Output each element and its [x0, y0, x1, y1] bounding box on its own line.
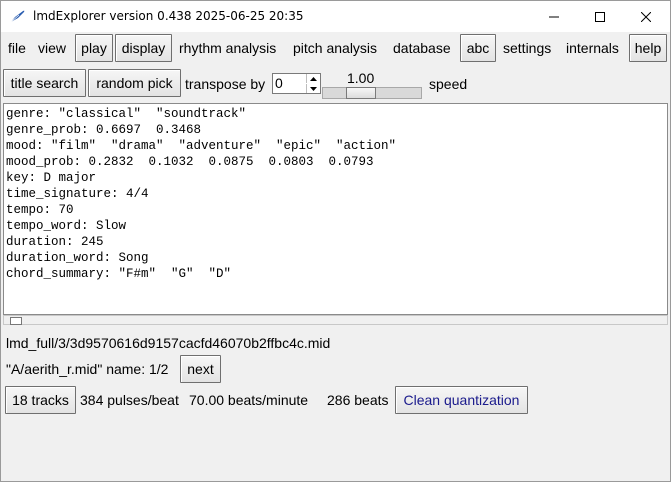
window-title: lmdExplorer version 0.438 2025-06-25 20:… — [33, 9, 304, 23]
output-line: chord_summary: "F#m" "G" "D" — [6, 267, 232, 281]
output-line: mood_prob: 0.2832 0.1032 0.0875 0.0803 0… — [6, 155, 374, 169]
display-button[interactable]: display — [115, 34, 172, 62]
transpose-label: transpose by — [185, 76, 266, 92]
menu-database[interactable]: database — [393, 40, 451, 56]
speed-value: 1.00 — [347, 70, 375, 86]
tracks-button[interactable]: 18 tracks — [5, 386, 76, 414]
random-pick-button[interactable]: random pick — [88, 69, 181, 97]
horizontal-scrollbar[interactable] — [3, 315, 668, 325]
output-line: genre_prob: 0.6697 0.3468 — [6, 123, 202, 137]
spin-up-icon[interactable] — [306, 74, 320, 83]
next-button[interactable]: next — [180, 355, 221, 383]
clean-quantization-button[interactable]: Clean quantization — [395, 386, 528, 414]
minimize-icon — [549, 16, 559, 17]
maximize-icon — [595, 11, 605, 22]
speed-slider-thumb[interactable] — [346, 87, 376, 99]
file-path: lmd_full/3/3d9570616d9157cacfd46070b2ffb… — [6, 335, 331, 351]
play-button[interactable]: play — [75, 34, 113, 62]
close-button[interactable] — [623, 1, 669, 32]
app-window: lmdExplorer version 0.438 2025-06-25 20:… — [0, 0, 671, 482]
title-bar: lmdExplorer version 0.438 2025-06-25 20:… — [1, 1, 670, 32]
transpose-value[interactable]: 0 — [275, 75, 283, 91]
output-line: tempo_word: Slow — [6, 219, 127, 233]
output-line: duration: 245 — [6, 235, 104, 249]
output-line: duration_word: Song — [6, 251, 149, 265]
menu-rhythm-analysis[interactable]: rhythm analysis — [179, 40, 276, 56]
output-line: mood: "film" "drama" "adventure" "epic" … — [6, 139, 397, 153]
feather-icon — [10, 10, 25, 23]
title-search-button[interactable]: title search — [3, 69, 86, 97]
menu-file[interactable]: file — [8, 40, 26, 56]
spin-down-icon[interactable] — [306, 84, 320, 93]
output-line: genre: "classical" "soundtrack" — [6, 107, 247, 121]
output-line: tempo: 70 — [6, 203, 74, 217]
ppq-text: 384 pulses/beat — [80, 392, 179, 408]
menu-pitch-analysis[interactable]: pitch analysis — [293, 40, 377, 56]
menu-view[interactable]: view — [38, 40, 66, 56]
close-icon — [641, 11, 651, 22]
info-text-area[interactable]: genre: "classical" "soundtrack" genre_pro… — [3, 103, 668, 315]
file-alias: "A/aerith_r.mid" name: 1/2 — [6, 361, 169, 377]
menu-settings[interactable]: settings — [503, 40, 551, 56]
maximize-button[interactable] — [577, 1, 623, 32]
output-line: key: D major — [6, 171, 97, 185]
transpose-spinbox[interactable]: 0 — [272, 73, 321, 94]
output-line: time_signature: 4/4 — [6, 187, 149, 201]
abc-button[interactable]: abc — [460, 34, 496, 62]
help-button[interactable]: help — [629, 34, 667, 62]
minimize-button[interactable] — [531, 1, 577, 32]
beats-text: 286 beats — [327, 392, 389, 408]
speed-label: speed — [429, 76, 468, 92]
scrollbar-thumb[interactable] — [10, 317, 22, 325]
menu-internals[interactable]: internals — [566, 40, 619, 56]
tempo-text: 70.00 beats/minute — [189, 392, 309, 408]
